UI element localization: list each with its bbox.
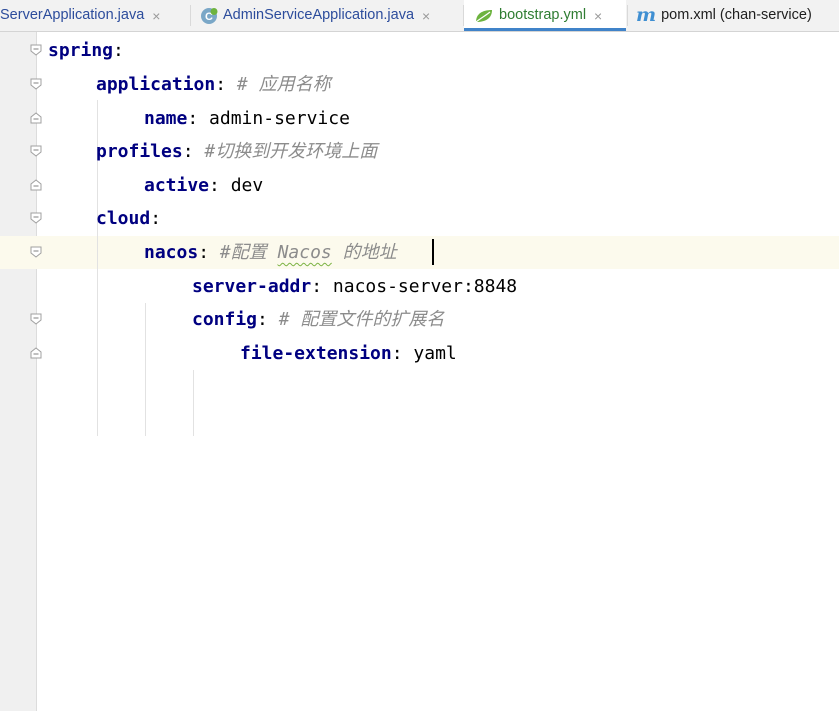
tab-server-application[interactable]: ServerApplication.java × — [0, 0, 188, 31]
code-line: server-addr: nacos-server:8848 — [192, 275, 517, 299]
yaml-separator: : — [391, 343, 403, 364]
spelling-warning: Nacos — [277, 242, 332, 263]
yaml-key: active — [144, 175, 210, 196]
tab-bootstrap-yml[interactable]: bootstrap.yml × — [464, 0, 626, 31]
fold-open-icon[interactable] — [30, 44, 42, 56]
yaml-separator: : — [187, 108, 199, 129]
tab-admin-service-application[interactable]: C AdminServiceApplication.java × — [192, 0, 462, 31]
maven-icon: m — [636, 4, 657, 26]
close-icon[interactable]: × — [594, 8, 602, 24]
yaml-value: nacos-server:8848 — [332, 276, 518, 297]
spring-leaf-icon — [475, 9, 492, 22]
fold-end-icon[interactable] — [30, 112, 42, 124]
editor-tab-bar: ServerApplication.java × C AdminServiceA… — [0, 0, 839, 32]
code-line: nacos: #配置 Nacos 的地址 — [144, 241, 397, 265]
yaml-key: profiles — [96, 141, 183, 162]
tab-divider — [190, 5, 191, 26]
yaml-separator: : — [113, 40, 124, 61]
yaml-key: config — [192, 309, 258, 330]
tab-pom-xml[interactable]: m pom.xml (chan-service) — [628, 0, 839, 31]
yaml-comment: # 应用名称 — [236, 74, 331, 95]
close-icon[interactable]: × — [422, 8, 430, 24]
code-line: spring: — [48, 39, 124, 63]
code-line: profiles: #切换到开发环境上面 — [96, 140, 377, 164]
yaml-key: cloud — [96, 208, 151, 229]
fold-end-icon[interactable] — [30, 179, 42, 191]
fold-open-icon[interactable] — [30, 78, 42, 90]
tab-label: pom.xml (chan-service) — [661, 7, 812, 23]
tab-label: AdminServiceApplication.java — [223, 7, 415, 23]
yaml-separator: : — [209, 175, 220, 196]
code-line: cloud: — [96, 207, 161, 231]
indent-guide — [145, 303, 146, 436]
fold-open-icon[interactable] — [30, 246, 42, 258]
yaml-value: yaml — [413, 343, 457, 364]
yaml-key: file-extension — [240, 343, 392, 364]
comment-text: 的地址 — [331, 242, 397, 263]
code-line: application: # 应用名称 — [96, 73, 331, 97]
editor-gutter — [0, 32, 37, 711]
yaml-key: name — [144, 108, 188, 129]
code-line: name: admin-service — [144, 107, 350, 131]
yaml-comment: # 配置文件的扩展名 — [278, 309, 445, 330]
yaml-value: admin-service — [209, 108, 350, 129]
fold-end-icon[interactable] — [30, 347, 42, 359]
yaml-separator: : — [198, 242, 210, 263]
fold-open-icon[interactable] — [30, 212, 42, 224]
yaml-separator: : — [182, 141, 194, 162]
close-icon[interactable]: × — [152, 8, 160, 24]
tab-label: bootstrap.yml — [499, 7, 587, 23]
yaml-separator: : — [215, 74, 227, 95]
yaml-comment: #配置 Nacos 的地址 — [220, 242, 397, 263]
yaml-comment: #切换到开发环境上面 — [204, 141, 378, 162]
yaml-key: server-addr — [192, 276, 312, 297]
spring-class-icon: C — [201, 7, 218, 24]
code-line: file-extension: yaml — [240, 342, 457, 366]
text-caret — [432, 239, 434, 265]
code-editor[interactable] — [37, 32, 839, 711]
tab-label: ServerApplication.java — [0, 7, 145, 23]
yaml-separator: : — [311, 276, 323, 297]
yaml-key: nacos — [144, 242, 199, 263]
yaml-key: application — [96, 74, 216, 95]
fold-open-icon[interactable] — [30, 145, 42, 157]
yaml-key: spring — [48, 40, 114, 61]
code-line: config: # 配置文件的扩展名 — [192, 308, 444, 332]
code-line: active: dev — [144, 174, 263, 198]
indent-guide — [193, 370, 194, 436]
comment-text: #配置 — [219, 242, 278, 263]
yaml-separator: : — [150, 208, 162, 229]
yaml-value: dev — [230, 175, 264, 196]
yaml-separator: : — [257, 309, 268, 330]
fold-open-icon[interactable] — [30, 313, 42, 325]
